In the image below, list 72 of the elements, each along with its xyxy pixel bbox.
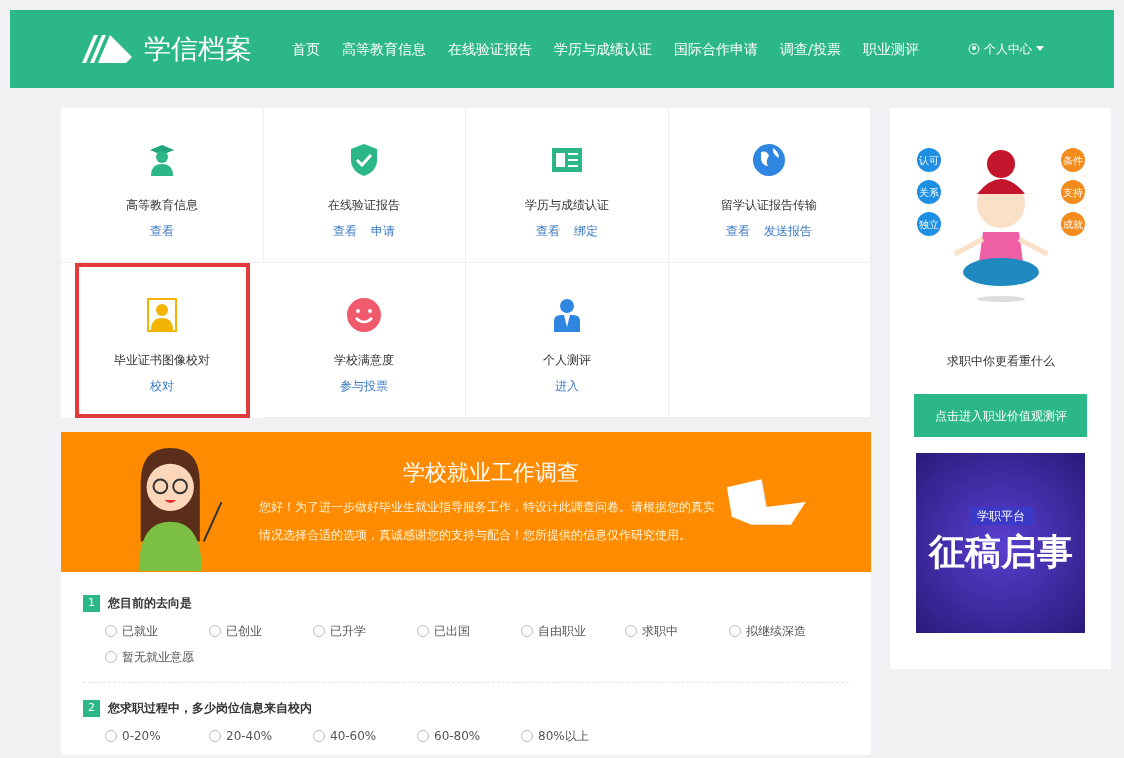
question-number: 2 [83,699,100,717]
nav-link[interactable]: 首页 [292,38,320,60]
user-circle-icon [968,43,980,55]
nav-link[interactable]: 学历与成绩认证 [554,38,652,60]
radio-option[interactable]: 已就业 [105,622,209,640]
radio-option[interactable]: 40-60% [313,727,417,745]
service-link[interactable]: 查看 [333,222,358,240]
service-title: 毕业证书图像校对 [113,352,210,369]
radio-option[interactable]: 求职中 [625,622,729,640]
radio-option[interactable]: 暂无就业意愿 [105,648,209,666]
service-title: 学校满意度 [334,352,395,369]
value-bubble: 成就 [1060,212,1085,236]
service-link[interactable]: 查看 [726,222,751,240]
radio-button[interactable] [417,730,429,742]
radio-button[interactable] [313,625,325,637]
question-text: 您求职过程中，多少岗位信息来自校内 [108,700,312,717]
question-text: 您目前的去向是 [108,595,192,612]
radio-button[interactable] [521,625,533,637]
radio-option[interactable]: 自由职业 [521,622,625,640]
nav-link[interactable]: 高等教育信息 [342,38,426,60]
nav-link[interactable]: 调查/投票 [780,38,841,60]
question-number: 1 [83,594,100,612]
survey-intro: 您好！为了进一步做好毕业生就业指导服务工作，特设计此调查问卷。请根据您的真实情况选择合适的选项，真诚感谢您的支持与配合！您所提供的信息仅作研究使用。 [259,498,717,544]
caret-icon [1036,46,1044,52]
radio-button[interactable] [209,730,221,742]
globe-icon [751,142,788,178]
service-link[interactable]: 参与投票 [340,377,389,395]
user-menu-button[interactable]: 个人中心 [968,40,1044,58]
radio-button[interactable] [313,730,325,742]
service-link[interactable]: 查看 [149,222,174,240]
radio-button[interactable] [521,730,533,742]
service-title: 学历与成绩认证 [524,197,609,214]
service-title: 在线验证报告 [328,197,401,214]
service-title: 高等教育信息 [125,197,198,214]
career-test-button[interactable]: 点击进入职业价值观测评 [914,394,1087,437]
survey-title: 学校就业工作调查 [402,458,579,487]
logo-text: 学信档案 [144,31,252,66]
poster-subtitle: 学职平台 [968,507,1033,525]
radio-button[interactable] [105,651,117,663]
radio-button[interactable] [105,730,117,742]
service-link[interactable]: 发送报告 [764,222,813,240]
radio-button[interactable] [105,625,117,637]
radio-option[interactable]: 60-80% [417,727,521,745]
value-bubble: 条件 [1060,148,1085,172]
value-bubble: 关系 [916,180,941,204]
radio-button[interactable] [417,625,429,637]
service-link[interactable]: 查看 [535,222,560,240]
service-link[interactable]: 校对 [149,377,174,395]
radio-option[interactable]: 0-20% [105,727,209,745]
radio-button[interactable] [729,625,741,637]
radio-option[interactable]: 已创业 [209,622,313,640]
radio-option[interactable]: 80%以上 [521,727,625,745]
radio-button[interactable] [209,625,221,637]
nav-link[interactable]: 在线验证报告 [448,38,532,60]
poster-title: 征稿启事 [928,530,1073,574]
value-bubble: 支持 [1060,180,1085,204]
radio-button[interactable] [625,625,637,637]
sidebar-caption: 求职中你更看重什么 [946,353,1055,370]
service-link[interactable]: 申请 [371,222,396,240]
radio-option[interactable]: 已升学 [313,622,417,640]
radio-option[interactable]: 拟继续深造 [729,622,833,640]
service-title: 留学认证报告传输 [721,197,818,214]
radio-option[interactable]: 已出国 [417,622,521,640]
service-title: 个人测评 [542,352,591,369]
smiley-icon [346,297,383,333]
nav-link[interactable]: 国际合作申请 [674,38,758,60]
nav-link[interactable]: 职业测评 [862,38,919,60]
service-link[interactable]: 绑定 [573,222,598,240]
value-bubble: 独立 [916,212,941,236]
value-bubble: 认可 [916,148,941,172]
radio-option[interactable]: 20-40% [209,727,313,745]
service-link[interactable]: 进入 [554,377,579,395]
